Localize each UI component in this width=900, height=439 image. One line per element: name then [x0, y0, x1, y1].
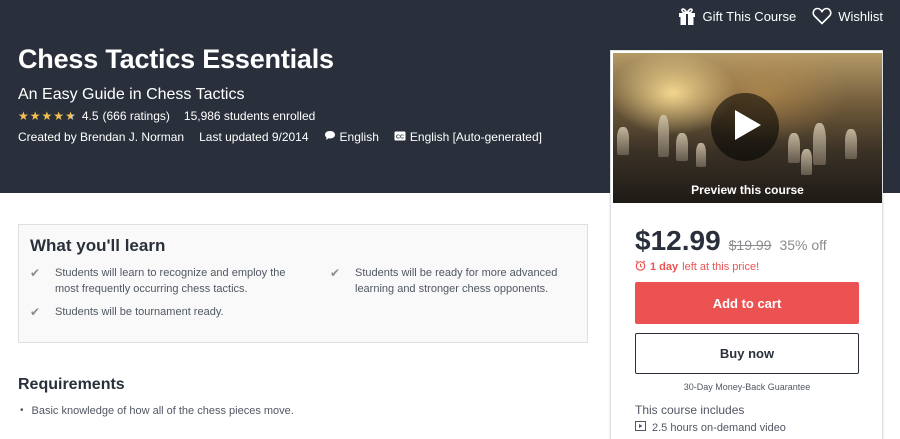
- course-subtitle: An Easy Guide in Chess Tactics: [18, 86, 245, 103]
- requirement-text: Basic knowledge of how all of the chess …: [31, 405, 294, 417]
- chess-piece-image: [845, 129, 857, 159]
- timer-days: 1 day: [650, 261, 679, 273]
- chess-piece-image: [658, 115, 669, 157]
- requirements-title: Requirements: [18, 376, 125, 393]
- rating-value: 4.5: [81, 109, 99, 123]
- star-rating: ★ ★ ★ ★ ★: [18, 109, 76, 123]
- play-button[interactable]: [711, 93, 779, 161]
- language: English: [324, 130, 379, 144]
- svg-text:CC: CC: [396, 134, 404, 140]
- gift-icon: [677, 6, 697, 26]
- what-you-learn-box: What you'll learn ✔ Students will learn …: [18, 224, 588, 343]
- learn-item-text: Students will be tournament ready.: [55, 306, 224, 318]
- preview-label[interactable]: Preview this course: [613, 183, 882, 197]
- language-label: English: [339, 130, 379, 144]
- checkmark-icon: ✔: [30, 305, 41, 319]
- wishlist-button[interactable]: Wishlist: [812, 7, 883, 25]
- enrolled-count: 15,986 students enrolled: [183, 109, 316, 123]
- star-half-icon: ★: [65, 109, 76, 123]
- discount-percent: 35% off: [779, 237, 827, 253]
- includes-title: This course includes: [635, 403, 745, 417]
- heart-icon: [812, 7, 832, 25]
- star-icon: ★: [53, 109, 65, 123]
- last-updated: Last updated 9/2014: [199, 130, 309, 144]
- learn-title: What you'll learn: [30, 236, 166, 255]
- alarm-clock-icon: [635, 260, 646, 274]
- play-icon: [729, 109, 761, 145]
- rating-row: ★ ★ ★ ★ ★ 4.5 (666 ratings) 15,986 stude…: [18, 109, 315, 123]
- created-by[interactable]: Created by Brendan J. Norman: [18, 130, 184, 144]
- requirements-list: • Basic knowledge of how all of the ches…: [20, 405, 294, 417]
- course-preview-video[interactable]: Preview this course: [613, 53, 882, 203]
- learn-item: ✔ Students will be ready for more advanc…: [330, 265, 595, 297]
- top-actions: Gift This Course Wishlist: [677, 6, 883, 26]
- current-price: $12.99: [635, 225, 721, 256]
- buy-now-button[interactable]: Buy now: [635, 333, 859, 374]
- rating-count[interactable]: (666 ratings): [103, 109, 170, 123]
- wishlist-label: Wishlist: [838, 8, 883, 24]
- chess-piece-image: [676, 133, 688, 161]
- chess-piece-image: [617, 127, 629, 155]
- video-icon: [635, 421, 646, 434]
- price-timer: 1 day left at this price!: [635, 260, 759, 274]
- bullet-icon: •: [20, 405, 24, 416]
- learn-item-text: Students will be ready for more advanced…: [355, 267, 558, 295]
- gift-course-button[interactable]: Gift This Course: [677, 6, 797, 26]
- closed-captions-icon: CC: [394, 130, 406, 144]
- checkmark-icon: ✔: [30, 266, 41, 280]
- learn-item-text: Students will learn to recognize and emp…: [55, 267, 286, 295]
- list-item: • Basic knowledge of how all of the ches…: [20, 405, 294, 417]
- money-back-guarantee: 30-Day Money-Back Guarantee: [683, 382, 811, 392]
- gift-course-label: Gift This Course: [702, 8, 797, 24]
- captions-label: English [Auto-generated]: [409, 130, 542, 144]
- star-icon: ★: [41, 109, 53, 123]
- original-price: $19.99: [728, 237, 772, 253]
- purchase-sidebar: Preview this course $12.99 $19.99 35% of…: [610, 50, 883, 439]
- speech-bubble-icon: [324, 130, 336, 144]
- course-meta-row: Created by Brendan J. Norman Last update…: [18, 130, 557, 144]
- chess-piece-image: [801, 149, 812, 175]
- price-row: $12.99 $19.99 35% off: [635, 225, 827, 257]
- chess-piece-image: [788, 133, 800, 163]
- star-icon: ★: [29, 109, 41, 123]
- course-title: Chess Tactics Essentials: [18, 44, 334, 74]
- captions: CC English [Auto-generated]: [394, 130, 542, 144]
- learn-item: ✔ Students will learn to recognize and e…: [30, 265, 295, 297]
- checkmark-icon: ✔: [330, 266, 341, 280]
- chess-piece-image: [813, 123, 826, 165]
- chess-piece-image: [696, 143, 706, 167]
- learn-item: ✔ Students will be tournament ready.: [30, 304, 295, 320]
- add-to-cart-button[interactable]: Add to cart: [635, 282, 859, 324]
- star-icon: ★: [18, 109, 29, 123]
- timer-text: left at this price!: [682, 261, 760, 273]
- include-item: 2.5 hours on-demand video: [635, 421, 786, 434]
- include-item-label: 2.5 hours on-demand video: [652, 421, 786, 434]
